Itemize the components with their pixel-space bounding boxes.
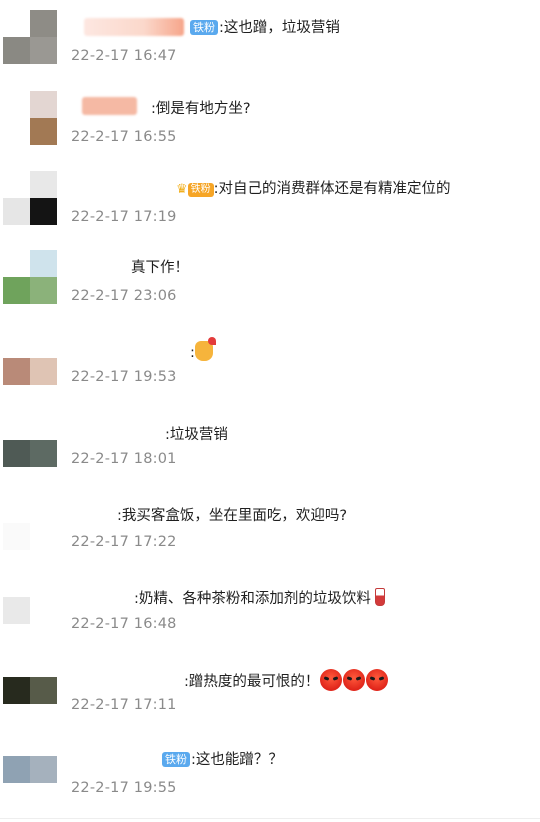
drink-cup-emoji — [374, 588, 385, 606]
comment-text: :我买客盒饭，坐在里面吃，欢迎吗? — [117, 506, 347, 526]
comment-text: ♛ 铁粉:对自己的消费群体还是有精准定位的 — [176, 179, 451, 200]
timestamp: 22-2-17 19:53 — [71, 369, 177, 385]
angry-face-emoji — [366, 669, 389, 691]
timestamp: 22-2-17 17:22 — [71, 534, 177, 550]
comment-item: ♛ 铁粉:对自己的消费群体还是有精准定位的 22-2-17 17:19 — [0, 171, 540, 251]
avatar[interactable] — [3, 171, 57, 225]
avatar[interactable] — [3, 331, 57, 385]
timestamp: 22-2-17 17:19 — [71, 209, 177, 225]
comment-item: :奶精、各种茶粉和添加剂的垃圾饮料 22-2-17 16:48 — [0, 578, 540, 658]
comment-item: :蹭热度的最可恨的！ 22-2-17 17:11 — [0, 659, 540, 739]
avatar[interactable] — [3, 578, 57, 632]
avatar[interactable] — [3, 659, 57, 713]
fan-badge: 铁粉 — [162, 752, 190, 767]
comment-body: :垃圾营销 — [165, 427, 228, 443]
comment-text: : — [190, 337, 216, 363]
comment-item: :倒是有地方坐? 22-2-17 16:55 — [0, 91, 540, 171]
username-blurred[interactable] — [84, 18, 184, 36]
timestamp: 22-2-17 16:55 — [71, 129, 177, 145]
avatar[interactable] — [3, 496, 57, 550]
timestamp: 22-2-17 17:11 — [71, 697, 177, 713]
comment-body: :倒是有地方坐? — [151, 101, 251, 117]
angry-face-emoji — [343, 669, 366, 691]
fan-badge: 铁粉 — [187, 183, 214, 197]
angry-face-emoji — [320, 669, 343, 691]
comment-item: 铁粉:这也能蹭？？ 22-2-17 19:55 — [0, 742, 540, 822]
timestamp: 22-2-17 16:48 — [71, 616, 177, 632]
timestamp: 22-2-17 23:06 — [71, 288, 177, 304]
divider — [0, 818, 540, 819]
comment-text: :蹭热度的最可恨的！ — [184, 669, 389, 692]
comment-body: :对自己的消费群体还是有精准定位的 — [213, 181, 451, 197]
timestamp: 22-2-17 18:01 — [71, 451, 177, 467]
avatar[interactable] — [3, 413, 57, 467]
avatar[interactable] — [3, 10, 57, 64]
crown-icon: ♛ — [176, 182, 188, 197]
fan-badge: 铁粉 — [190, 20, 218, 35]
comment-body: :这也蹭，垃圾营销 — [219, 20, 340, 36]
avatar[interactable] — [3, 91, 57, 145]
comment-text: :奶精、各种茶粉和添加剂的垃圾饮料 — [134, 588, 385, 609]
comment-item: :垃圾营销 22-2-17 18:01 — [0, 413, 540, 493]
comment-text: :垃圾营销 — [165, 425, 228, 445]
comment-text: :倒是有地方坐? — [151, 99, 251, 119]
hug-emoji — [194, 337, 216, 361]
username-blurred[interactable] — [82, 97, 137, 115]
comment-body: :我买客盒饭，坐在里面吃，欢迎吗? — [117, 508, 348, 524]
comment-item: :我买客盒饭，坐在里面吃，欢迎吗? 22-2-17 17:22 — [0, 496, 540, 576]
comment-item: : 22-2-17 19:53 — [0, 331, 540, 411]
timestamp: 22-2-17 19:55 — [71, 780, 177, 796]
comment-item: 铁粉:这也蹭，垃圾营销 22-2-17 16:47 — [0, 10, 540, 90]
comment-text: 铁粉:这也能蹭？？ — [162, 750, 283, 770]
timestamp: 22-2-17 16:47 — [71, 48, 177, 64]
comment-item: 真下作！ 22-2-17 23:06 — [0, 250, 540, 330]
comment-body: :这也能蹭？？ — [191, 752, 283, 768]
comment-body: :蹭热度的最可恨的！ — [184, 674, 320, 690]
comment-body: 真下作！ — [131, 260, 189, 276]
comment-text: 真下作！ — [131, 258, 189, 278]
comment-body: :奶精、各种茶粉和添加剂的垃圾饮料 — [134, 591, 371, 607]
avatar[interactable] — [3, 742, 57, 796]
comment-text: 铁粉:这也蹭，垃圾营销 — [190, 18, 340, 38]
avatar[interactable] — [3, 250, 57, 304]
